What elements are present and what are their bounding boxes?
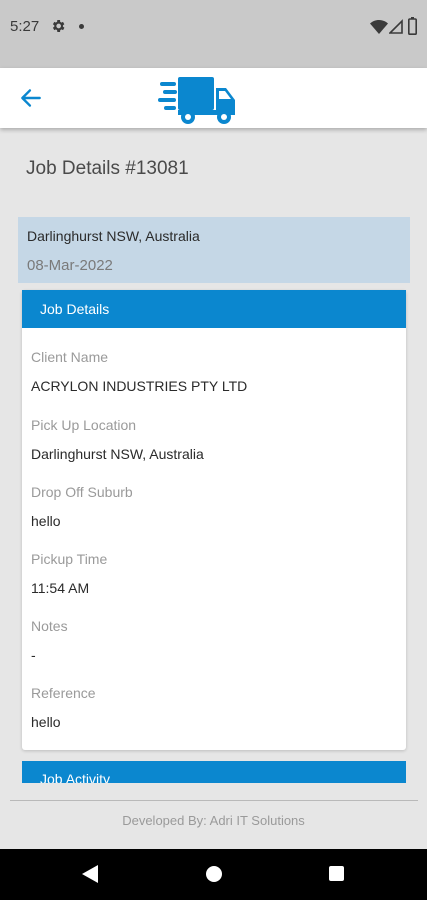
system-nav-bar xyxy=(0,849,427,900)
client-name-label: Client Name xyxy=(31,349,109,365)
client-name-value: ACRYLON INDUSTRIES PTY LTD xyxy=(31,378,248,394)
wifi-icon xyxy=(370,20,388,34)
footer-credit: Developed By: Adri IT Solutions xyxy=(122,813,305,828)
job-summary-header: Darlinghurst NSW, Australia 08-Mar-2022 xyxy=(18,217,410,283)
footer: Developed By: Adri IT Solutions xyxy=(0,783,427,849)
pickup-time-value: 11:54 AM xyxy=(31,580,90,596)
reference-label: Reference xyxy=(31,685,96,701)
status-time: 5:27 xyxy=(10,18,40,35)
app-bar xyxy=(0,68,427,128)
pickup-time-label: Pickup Time xyxy=(31,551,108,567)
nav-recents-icon[interactable] xyxy=(329,866,344,881)
screen: 5:27 Job Details #13081 Darlinghurst NSW… xyxy=(0,0,427,900)
reference-value: hello xyxy=(31,714,61,730)
drop-off-suburb-label: Drop Off Suburb xyxy=(31,484,133,500)
job-activity-header-label: Job Activity xyxy=(40,771,111,783)
nav-home-icon[interactable] xyxy=(206,866,222,882)
delivery-truck-icon xyxy=(158,77,235,124)
status-bar: 5:27 xyxy=(0,0,427,68)
notes-label: Notes xyxy=(31,618,68,634)
job-details-header[interactable]: Job Details xyxy=(22,290,406,328)
back-arrow-icon[interactable] xyxy=(18,85,44,111)
page-title: Job Details #13081 xyxy=(26,158,189,179)
notes-value: - xyxy=(31,647,36,663)
job-date: 08-Mar-2022 xyxy=(27,257,113,274)
job-details-card: Job Details Client Name ACRYLON INDUSTRI… xyxy=(22,290,406,750)
job-address: Darlinghurst NSW, Australia xyxy=(27,228,200,244)
signal-icon xyxy=(389,19,403,34)
footer-divider xyxy=(10,800,418,801)
gear-icon xyxy=(52,20,65,32)
nav-back-icon[interactable] xyxy=(82,865,98,883)
drop-off-suburb-value: hello xyxy=(31,513,61,529)
battery-icon xyxy=(408,17,417,35)
pickup-location-label: Pick Up Location xyxy=(31,417,137,433)
job-activity-header[interactable]: Job Activity xyxy=(22,761,406,783)
notification-dot-icon xyxy=(79,24,84,29)
pickup-location-value: Darlinghurst NSW, Australia xyxy=(31,446,204,462)
job-details-header-label: Job Details xyxy=(40,301,110,317)
